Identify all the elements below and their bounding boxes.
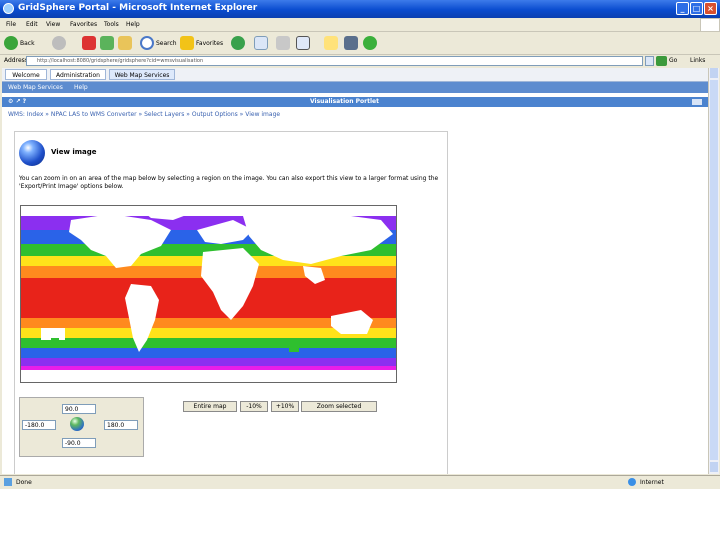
favorites-label: Favorites: [196, 39, 224, 47]
edit-icon: [296, 36, 310, 50]
subnav-web-map-services[interactable]: Web Map Services: [8, 82, 63, 93]
menu-edit[interactable]: Edit: [26, 21, 38, 28]
ie-icon: [3, 3, 14, 14]
star-icon: [180, 36, 194, 50]
go-arrow-icon[interactable]: [656, 56, 667, 66]
zoom-in-button[interactable]: +10%: [271, 401, 299, 412]
messenger-button[interactable]: [363, 35, 377, 51]
intro-text: You can zoom in on an area of the map be…: [19, 175, 439, 190]
mail-button[interactable]: [254, 35, 268, 51]
scroll-up-icon[interactable]: [710, 68, 718, 78]
portal-tabs: Welcome Administration Web Map Services: [2, 68, 708, 82]
stop-icon: [82, 36, 96, 50]
scroll-down-icon[interactable]: [710, 462, 718, 472]
forward-button[interactable]: [52, 35, 66, 51]
entire-map-button[interactable]: Entire map: [183, 401, 237, 412]
browser-window: GridSphere Portal - Microsoft Internet E…: [0, 0, 720, 489]
home-icon: [118, 36, 132, 50]
zone-text: Internet: [640, 479, 664, 486]
portlet-header: ⚙ ↗ ? Visualisation Portlet: [2, 97, 708, 107]
menu-help[interactable]: Help: [126, 21, 140, 28]
status-text: Done: [16, 479, 32, 486]
vertical-scrollbar[interactable]: [708, 68, 719, 474]
zoom-selected-button[interactable]: Zoom selected: [301, 401, 377, 412]
history-icon: [231, 36, 245, 50]
tab-welcome[interactable]: Welcome: [5, 69, 47, 80]
mail-icon: [254, 36, 268, 50]
scroll-thumb[interactable]: [710, 80, 718, 460]
search-label: Search: [156, 39, 177, 47]
address-bar: Address http://localhost:8080/gridsphere…: [0, 55, 720, 68]
world-map-image[interactable]: [20, 205, 397, 383]
page-content: Welcome Administration Web Map Services …: [2, 68, 708, 474]
view-image-panel: View image You can zoom in on an area of…: [14, 131, 448, 474]
globe-icon: [19, 140, 45, 166]
home-button[interactable]: [118, 35, 132, 51]
research-icon: [344, 36, 358, 50]
bounding-box-panel: 90.0 -180.0 180.0 -90.0: [19, 397, 144, 457]
portlet-minimize-icon[interactable]: [692, 99, 702, 105]
history-button[interactable]: [231, 35, 245, 51]
east-field[interactable]: 180.0: [104, 420, 138, 430]
title-bar: GridSphere Portal - Microsoft Internet E…: [0, 0, 720, 18]
back-arrow-icon: [4, 36, 18, 50]
toolbar: Back Search Favorites: [0, 32, 720, 55]
maximize-icon[interactable]: □: [690, 2, 703, 15]
window-title: GridSphere Portal - Microsoft Internet E…: [18, 3, 258, 13]
edit-button[interactable]: [296, 35, 310, 51]
search-button[interactable]: Search: [140, 35, 177, 51]
menu-bar: File Edit View Favorites Tools Help: [0, 18, 720, 32]
map-svg[interactable]: [21, 206, 396, 382]
search-icon: [140, 36, 154, 50]
breadcrumb[interactable]: WMS: Index » NPAC LAS to WMS Converter »…: [8, 111, 280, 118]
print-icon: [276, 36, 290, 50]
windows-logo-icon: [700, 18, 720, 32]
folder-icon: [324, 36, 338, 50]
discuss-button[interactable]: [324, 35, 338, 51]
refresh-icon: [100, 36, 114, 50]
back-label: Back: [20, 39, 35, 47]
back-button[interactable]: Back: [4, 35, 35, 51]
internet-zone-icon: [628, 478, 636, 486]
address-input[interactable]: http://localhost:8080/gridsphere/gridsph…: [26, 56, 643, 66]
south-field[interactable]: -90.0: [62, 438, 96, 448]
close-icon[interactable]: ×: [704, 2, 717, 15]
status-bar: Done Internet: [0, 475, 720, 489]
menu-file[interactable]: File: [6, 21, 16, 28]
refresh-button[interactable]: [100, 35, 114, 51]
portal-subnav: Web Map Services Help: [2, 82, 708, 93]
favorites-button[interactable]: Favorites: [180, 35, 223, 51]
portlet-title: Visualisation Portlet: [310, 98, 379, 105]
minimize-icon[interactable]: _: [676, 2, 689, 15]
portlet-controls-icon[interactable]: ⚙ ↗ ?: [8, 97, 26, 107]
forward-arrow-icon: [52, 36, 66, 50]
address-label: Address: [4, 57, 28, 64]
subnav-help[interactable]: Help: [74, 82, 88, 93]
tab-administration[interactable]: Administration: [50, 69, 106, 80]
menu-favorites[interactable]: Favorites: [70, 21, 97, 28]
research-button[interactable]: [344, 35, 358, 51]
stop-button[interactable]: [82, 35, 96, 51]
messenger-icon: [363, 36, 377, 50]
globe-button-icon[interactable]: [70, 417, 84, 431]
view-image-title: View image: [51, 148, 97, 156]
menu-view[interactable]: View: [46, 21, 60, 28]
north-field[interactable]: 90.0: [62, 404, 96, 414]
west-field[interactable]: -180.0: [22, 420, 56, 430]
address-dropdown-icon[interactable]: [645, 56, 654, 66]
zoom-out-button[interactable]: -10%: [240, 401, 268, 412]
tab-web-map-services[interactable]: Web Map Services: [109, 69, 175, 80]
print-button[interactable]: [276, 35, 290, 51]
go-label[interactable]: Go: [669, 57, 677, 64]
links-label[interactable]: Links: [690, 57, 705, 64]
menu-tools[interactable]: Tools: [104, 21, 119, 28]
page-status-icon: [4, 478, 12, 486]
